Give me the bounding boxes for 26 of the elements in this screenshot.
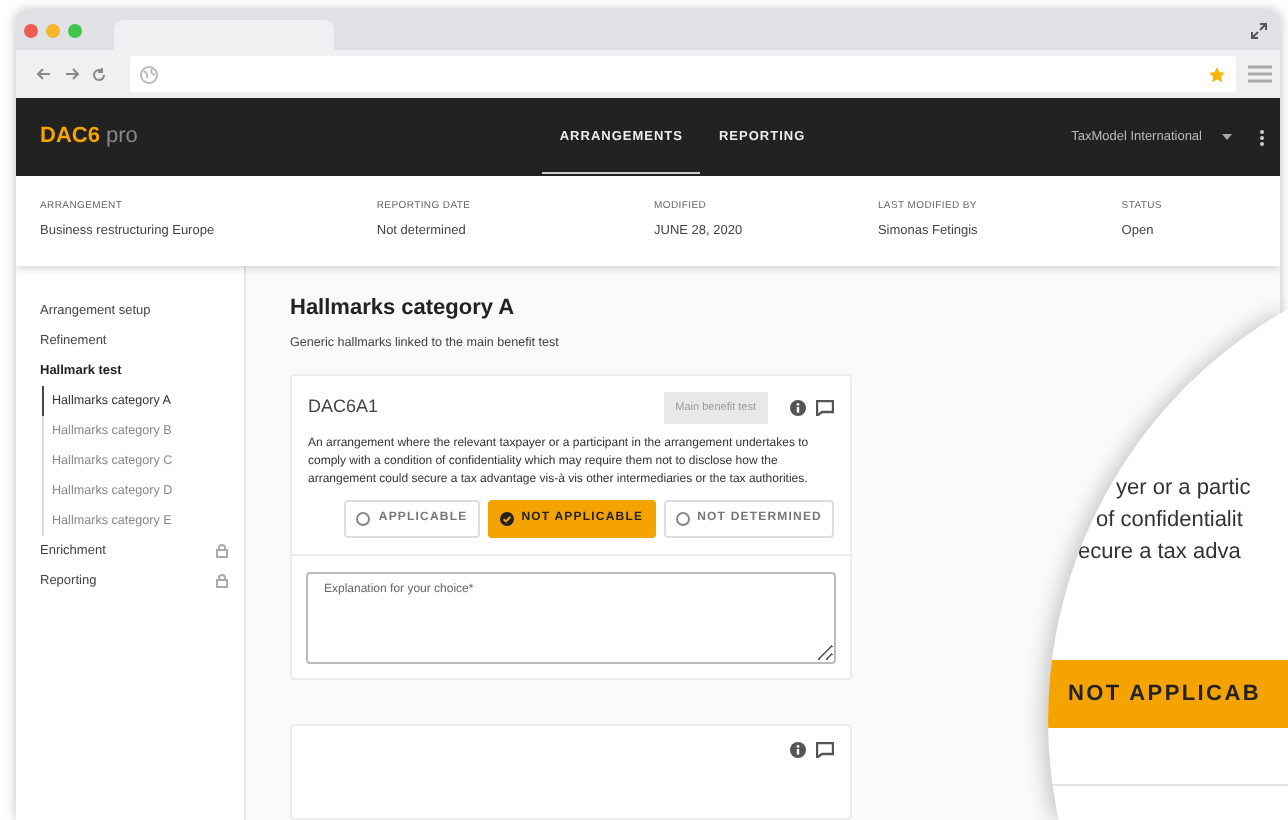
expand-icon[interactable]: [1250, 21, 1268, 39]
lock-icon: [216, 574, 228, 588]
globe-icon: [140, 65, 158, 83]
comment-icon[interactable]: [816, 741, 834, 758]
window-dot[interactable]: [68, 23, 82, 37]
window-dot[interactable]: [46, 23, 60, 37]
window-dot[interactable]: [24, 23, 38, 37]
magnified-text: of confidentialit: [1096, 506, 1243, 536]
check-circle-icon: [499, 511, 514, 526]
menu-icon[interactable]: [1248, 64, 1272, 84]
info-icon[interactable]: [790, 741, 806, 758]
page-title: Hallmarks category A: [290, 296, 517, 323]
lock-icon: [216, 544, 228, 558]
forward-icon[interactable]: [64, 66, 80, 82]
back-icon[interactable]: [36, 66, 52, 82]
magnified-text: yer or a partic: [1116, 474, 1251, 504]
info-icon[interactable]: [790, 399, 806, 416]
reload-icon[interactable]: [92, 67, 106, 81]
star-icon[interactable]: [1208, 65, 1226, 83]
radio-icon: [675, 511, 690, 526]
magnified-text: ecure a tax adva: [1078, 538, 1241, 568]
comment-icon[interactable]: [816, 399, 834, 416]
radio-icon: [356, 511, 371, 526]
hallmark-code: DAC6A1: [308, 394, 381, 420]
caret-icon[interactable]: [1222, 134, 1232, 140]
app-logo: DAC6 pro: [40, 122, 138, 153]
